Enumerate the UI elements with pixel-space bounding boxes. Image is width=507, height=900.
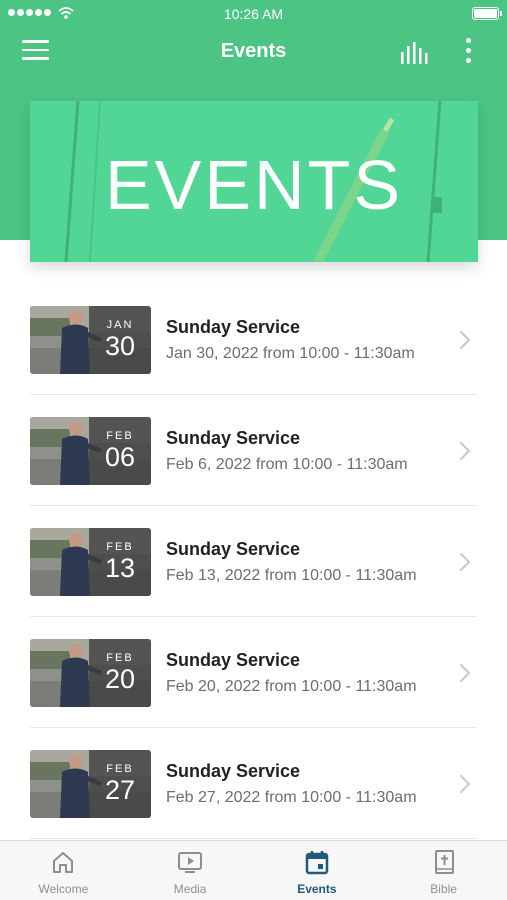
- event-datetime: Feb 20, 2022 from 10:00 - 11:30am: [166, 678, 417, 695]
- chevron-right-icon: [460, 664, 470, 682]
- event-month: FEB: [106, 430, 134, 442]
- event-list-item[interactable]: FEB 27 Sunday Service Feb 27, 2022 from …: [0, 728, 507, 839]
- more-options-button[interactable]: [460, 38, 476, 68]
- event-list-item[interactable]: FEB 13 Sunday Service Feb 13, 2022 from …: [0, 506, 507, 617]
- event-day: 20: [104, 664, 136, 694]
- event-title: Sunday Service: [166, 317, 301, 337]
- event-day: 30: [104, 331, 136, 361]
- event-datetime: Feb 6, 2022 from 10:00 - 11:30am: [166, 456, 408, 473]
- media-icon: [178, 852, 203, 873]
- tab-label: Bible: [430, 882, 457, 896]
- event-title: Sunday Service: [166, 761, 301, 781]
- event-list-item[interactable]: JAN 30 Sunday Service Jan 30, 2022 from …: [0, 284, 507, 395]
- audio-bars-button[interactable]: [398, 40, 432, 66]
- status-time: 10:26 AM: [223, 6, 284, 22]
- event-month: FEB: [106, 763, 134, 775]
- event-day: 06: [104, 442, 136, 472]
- event-title: Sunday Service: [166, 428, 301, 448]
- event-month: FEB: [106, 652, 134, 664]
- event-day: 13: [104, 553, 136, 583]
- tab-label: Welcome: [38, 882, 89, 896]
- event-title: Sunday Service: [166, 650, 301, 670]
- event-month: FEB: [106, 541, 134, 553]
- event-datetime: Feb 13, 2022 from 10:00 - 11:30am: [166, 567, 417, 584]
- tab-events[interactable]: Events: [254, 841, 381, 900]
- tab-bible[interactable]: Bible: [380, 841, 507, 900]
- event-thumbnail: FEB 20: [30, 639, 151, 707]
- event-thumbnail: JAN 30: [30, 306, 151, 374]
- home-icon: [53, 852, 74, 873]
- event-thumbnail: FEB 27: [30, 750, 151, 818]
- date-badge: FEB 27: [89, 750, 151, 818]
- tab-media[interactable]: Media: [127, 841, 254, 900]
- chevron-right-icon: [460, 775, 470, 793]
- nav-bar: Events: [0, 28, 507, 76]
- event-day: 27: [104, 775, 136, 805]
- more-vertical-icon: [465, 38, 471, 43]
- event-month: JAN: [106, 319, 134, 331]
- date-badge: FEB 20: [89, 639, 151, 707]
- events-banner: EVENTS: [30, 101, 478, 262]
- event-list: JAN 30 Sunday Service Jan 30, 2022 from …: [0, 284, 507, 839]
- event-datetime: Jan 30, 2022 from 10:00 - 11:30am: [166, 345, 415, 362]
- tab-label: Media: [173, 882, 207, 896]
- battery-icon: [472, 7, 502, 20]
- bible-icon: [434, 850, 454, 874]
- event-thumbnail: FEB 06: [30, 417, 151, 485]
- tab-welcome[interactable]: Welcome: [0, 841, 127, 900]
- date-badge: JAN 30: [89, 306, 151, 374]
- banner-title: EVENTS: [104, 146, 404, 224]
- event-title: Sunday Service: [166, 539, 301, 559]
- chevron-right-icon: [460, 442, 470, 460]
- calendar-icon: [305, 851, 329, 875]
- chevron-right-icon: [460, 553, 470, 571]
- event-thumbnail: FEB 13: [30, 528, 151, 596]
- status-bar: 10:26 AM: [0, 0, 507, 28]
- chevron-right-icon: [460, 331, 470, 349]
- tab-label: Events: [297, 882, 337, 896]
- event-list-item[interactable]: FEB 06 Sunday Service Feb 6, 2022 from 1…: [0, 395, 507, 506]
- event-list-item[interactable]: FEB 20 Sunday Service Feb 20, 2022 from …: [0, 617, 507, 728]
- event-datetime: Feb 27, 2022 from 10:00 - 11:30am: [166, 789, 417, 806]
- date-badge: FEB 06: [89, 417, 151, 485]
- tab-bar: Welcome Media Events Bible: [0, 840, 507, 900]
- date-badge: FEB 13: [89, 528, 151, 596]
